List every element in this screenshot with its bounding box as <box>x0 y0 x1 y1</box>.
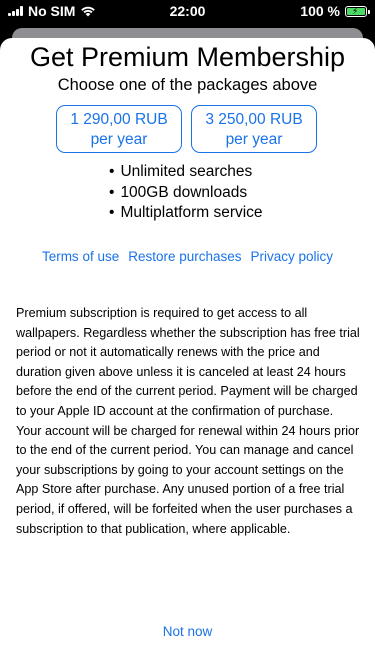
feature-item: Unlimited searches <box>109 162 263 183</box>
page-title: Get Premium Membership <box>29 42 346 72</box>
subscription-terms-text: Premium subscription is required to get … <box>16 306 360 536</box>
status-bar: No SIM 22:00 100 % ⚡ <box>0 0 375 22</box>
status-right: 100 % ⚡ <box>300 3 370 19</box>
feature-item: Multiplatform service <box>109 203 262 224</box>
battery-icon: ⚡ <box>345 5 370 17</box>
package-button-yearly-2[interactable]: 3 250,00 RUB per year <box>191 105 317 153</box>
premium-sheet: Get Premium Membership Choose one of the… <box>0 38 375 667</box>
package-price: 1 290,00 RUB <box>70 111 168 128</box>
package-price: 3 250,00 RUB <box>205 111 303 128</box>
battery-percent: 100 % <box>300 3 340 19</box>
package-period: per year <box>225 131 283 148</box>
feature-list: Unlimited searches 100GB downloads Multi… <box>109 162 263 224</box>
legal-links: Terms of use Restore purchases Privacy p… <box>0 249 375 264</box>
not-now-button[interactable]: Not now <box>0 624 375 639</box>
package-button-yearly-1[interactable]: 1 290,00 RUB per year <box>56 105 182 153</box>
privacy-policy-link[interactable]: Privacy policy <box>251 249 334 264</box>
feature-item: 100GB downloads <box>109 183 263 204</box>
restore-purchases-link[interactable]: Restore purchases <box>128 249 241 264</box>
terms-of-use-link[interactable]: Terms of use <box>42 249 119 264</box>
package-period: per year <box>90 131 148 148</box>
page-subtitle: Choose one of the packages above <box>57 76 318 94</box>
